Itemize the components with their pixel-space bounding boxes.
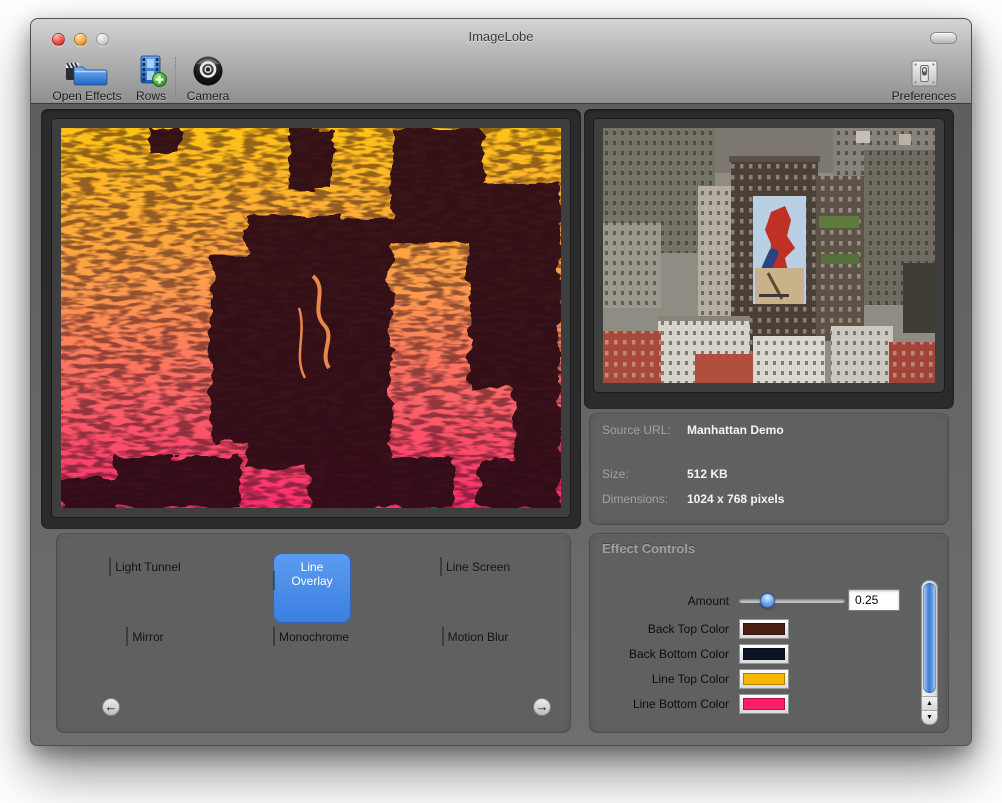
line-bottom-color-well[interactable] bbox=[739, 694, 789, 714]
rows-button[interactable]: Rows bbox=[129, 52, 173, 103]
scroll-down-arrow-icon: ▼ bbox=[926, 714, 933, 721]
controls-scrollbar[interactable]: ▲ ▼ bbox=[921, 580, 938, 725]
effect-label: Motion Blur bbox=[443, 630, 514, 644]
back-bottom-color-well[interactable] bbox=[739, 644, 789, 664]
open-effects-button[interactable]: Open Effects bbox=[45, 52, 129, 103]
image-info-panel: Source URL: Manhattan Demo Size: 512 KB … bbox=[589, 413, 949, 525]
processed-image-panel bbox=[41, 109, 581, 529]
next-effects-button[interactable]: → bbox=[533, 698, 551, 716]
source-url-value: Manhattan Demo bbox=[687, 422, 784, 438]
open-effects-folder-icon bbox=[65, 52, 109, 88]
right-arrow-icon: → bbox=[536, 699, 549, 714]
effect-tile-line-screen[interactable]: Line Screen bbox=[440, 554, 516, 622]
effect-label: Light Tunnel bbox=[110, 560, 185, 574]
back-bottom-color-swatch bbox=[743, 648, 785, 660]
size-value: 512 KB bbox=[687, 466, 728, 482]
size-row: Size: 512 KB bbox=[590, 466, 948, 482]
line-bottom-color-swatch bbox=[743, 698, 785, 710]
effect-tile-line-overlay[interactable]: Line Overlay bbox=[274, 554, 350, 622]
left-arrow-icon: ← bbox=[105, 699, 118, 714]
dimensions-value: 1024 x 768 pixels bbox=[687, 491, 784, 507]
camera-label: Camera bbox=[187, 89, 230, 103]
line-top-color-well[interactable] bbox=[739, 669, 789, 689]
scroll-down-button[interactable]: ▼ bbox=[922, 710, 937, 724]
effect-controls-title: Effect Controls bbox=[602, 541, 695, 556]
amount-slider[interactable] bbox=[739, 598, 845, 603]
source-image-frame bbox=[594, 119, 944, 392]
back-bottom-color-label: Back Bottom Color bbox=[590, 647, 729, 661]
effect-label: Line Overlay bbox=[274, 560, 350, 588]
processed-image-frame bbox=[52, 119, 570, 517]
camera-icon bbox=[192, 52, 224, 88]
size-label: Size: bbox=[602, 466, 629, 482]
preferences-button[interactable]: Preferences bbox=[880, 52, 968, 103]
rows-filmstrip-icon bbox=[134, 52, 168, 88]
previous-effects-button[interactable]: ← bbox=[102, 698, 120, 716]
effect-tile-light-tunnel[interactable]: Light Tunnel bbox=[110, 554, 186, 622]
effect-tile-mirror[interactable]: Mirror bbox=[110, 624, 186, 692]
effect-label: Line Screen bbox=[441, 560, 515, 574]
effect-label: Mirror bbox=[127, 630, 168, 644]
effect-label: Monochrome bbox=[274, 630, 354, 644]
back-top-color-label: Back Top Color bbox=[590, 622, 729, 636]
line-bottom-color-label: Line Bottom Color bbox=[590, 697, 729, 711]
back-top-color-well[interactable] bbox=[739, 619, 789, 639]
source-url-row: Source URL: Manhattan Demo bbox=[590, 422, 948, 438]
camera-button[interactable]: Camera bbox=[181, 52, 235, 103]
dimensions-label: Dimensions: bbox=[602, 491, 668, 507]
amount-input[interactable] bbox=[848, 589, 900, 611]
preferences-switch-icon bbox=[910, 52, 939, 88]
scrollbar-thumb[interactable] bbox=[923, 583, 936, 693]
source-image[interactable] bbox=[603, 128, 935, 383]
preferences-label: Preferences bbox=[892, 89, 957, 103]
scroll-up-arrow-icon: ▲ bbox=[926, 700, 933, 707]
rows-label: Rows bbox=[136, 89, 166, 103]
toolbar-toggle-button[interactable] bbox=[930, 32, 957, 44]
effect-tile-monochrome[interactable]: Monochrome bbox=[274, 624, 350, 692]
amount-slider-knob[interactable] bbox=[760, 593, 775, 608]
effects-browser: Light Tunnel Line Overlay Line Screen Mi… bbox=[56, 533, 571, 733]
source-url-label: Source URL: bbox=[602, 422, 671, 438]
toolbar-separator bbox=[175, 57, 176, 97]
back-top-color-swatch bbox=[743, 623, 785, 635]
titlebar-toolbar: ImageLobe Open Effects bbox=[31, 19, 971, 104]
amount-label: Amount bbox=[590, 594, 729, 608]
effect-tile-motion-blur[interactable]: Motion Blur bbox=[440, 624, 516, 692]
app-window: ImageLobe Open Effects bbox=[30, 18, 972, 746]
line-top-color-swatch bbox=[743, 673, 785, 685]
processed-image[interactable] bbox=[61, 128, 561, 508]
line-top-color-label: Line Top Color bbox=[590, 672, 729, 686]
dimensions-row: Dimensions: 1024 x 768 pixels bbox=[590, 491, 948, 507]
scroll-up-button[interactable]: ▲ bbox=[922, 696, 937, 710]
source-image-panel bbox=[584, 109, 954, 409]
effect-controls-panel: Effect Controls Amount Back Top Color Ba… bbox=[589, 533, 949, 733]
window-title: ImageLobe bbox=[31, 29, 971, 44]
open-effects-label: Open Effects bbox=[52, 89, 121, 103]
